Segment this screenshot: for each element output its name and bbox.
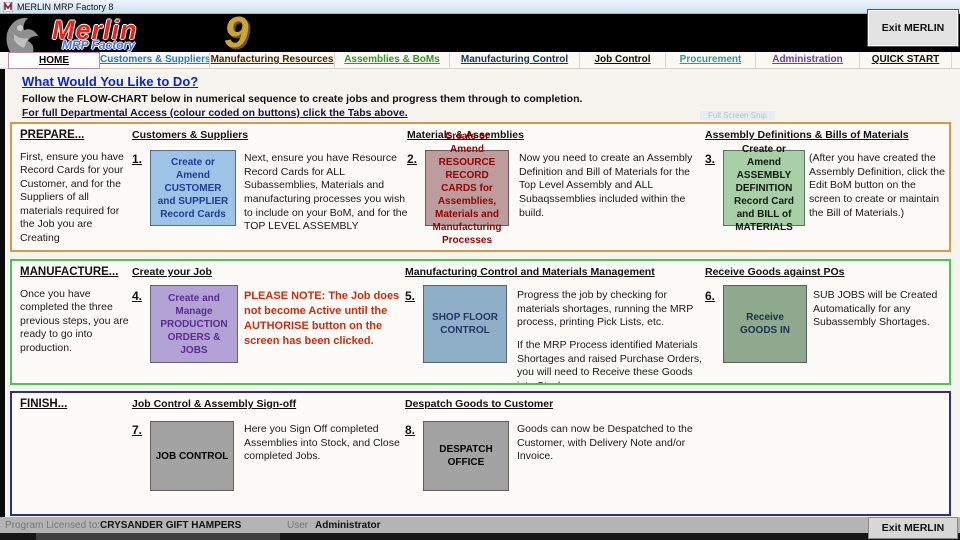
taskbar-item[interactable] [36,533,280,540]
step-number-1: 1. [132,152,142,166]
prepare-heading: PREPARE... [20,129,84,141]
user-value: Administrator [315,520,381,531]
tab-customers-suppliers[interactable]: Customers & Suppliers [100,52,210,69]
window-titlebar: MERLIN MRP Factory 8 [0,0,960,14]
merlin-wizard-logo [0,14,50,52]
exit-merlin-button-bottom[interactable]: Exit MERLIN [868,517,958,539]
manufacture-heading: MANUFACTURE... [20,266,118,278]
step-number-2: 2. [407,152,417,166]
shop-floor-control-button[interactable]: SHOP FLOOR CONTROL [423,285,507,363]
manufacture-description: Once you have completed the three previo… [20,288,132,355]
step-number-4: 4. [132,289,142,303]
job-control-button[interactable]: JOB CONTROL [150,421,234,491]
brand-banner: Merlin MRP Factory 9 [0,14,960,52]
step-number-5: 5. [405,289,415,303]
brand-mrp-factory-text: MRP Factory [62,38,135,52]
tab-bar: HOME Customers & Suppliers Manufacturing… [0,52,960,69]
resource-record-cards-button[interactable]: Create or Amend RESOURCE RECORD CARDS fo… [425,150,509,226]
prepare-description: First, ensure you have Record Cards for … [20,151,132,245]
tab-manufacturing-control[interactable]: Manufacturing Control [450,52,580,69]
column-header-manufacturing-control: Manufacturing Control and Materials Mana… [405,266,655,278]
column-header-create-your-job: Create your Job [132,266,212,278]
authorise-warning-note: PLEASE NOTE: The Job does not become Act… [244,289,416,348]
customer-supplier-record-cards-button[interactable]: Create or Amend CUSTOMER and SUPPLIER Re… [150,150,236,226]
despatch-office-button[interactable]: DESPATCH OFFICE [423,421,509,491]
status-bar: Program Licensed to: CRYSANDER GIFT HAMP… [0,517,960,533]
step-5-note-paragraph-1: Progress the job by checking for materia… [517,289,707,330]
intro-instruction: Follow the FLOW-CHART below in numerical… [22,93,582,105]
tab-home[interactable]: HOME [8,52,100,69]
column-header-assembly-definitions: Assembly Definitions & Bills of Material… [705,129,909,141]
step-number-6: 6. [705,289,715,303]
step-6-note: SUB JOBS will be Created Automatically f… [813,289,951,330]
license-value: CRYSANDER GIFT HAMPERS [100,520,241,531]
step-2-note: Now you need to create an Assembly Defin… [519,152,701,220]
step-number-7: 7. [132,423,142,437]
step-7-note: Here you Sign Off completed Assemblies i… [244,423,424,464]
window-left-edge [0,69,5,517]
column-header-despatch-goods: Despatch Goods to Customer [405,398,553,410]
license-label: Program Licensed to: [5,520,100,531]
step-5-note: Progress the job by checking for materia… [517,289,707,385]
manufacture-section: MANUFACTURE... Once you have completed t… [10,259,951,385]
step-3-note: (After you have created the Assembly Def… [809,152,949,220]
exit-merlin-button-top[interactable]: Exit MERLIN [868,10,958,46]
step-8-note: Goods can now be Despatched to the Custo… [517,423,717,464]
step-1-note: Next, ensure you have Resource Record Ca… [244,152,412,234]
snip-tool-artifact: Full Screen Snip [700,111,775,120]
column-header-customers-suppliers: Customers & Suppliers [132,129,248,141]
page-title: What Would You Like to Do? [22,74,198,89]
prepare-section: PREPARE... First, ensure you have Record… [10,122,951,252]
finish-heading: FINISH... [20,398,67,410]
app-icon[interactable] [3,2,13,12]
step-5-note-paragraph-2: If the MRP Process identified Materials … [517,339,707,385]
production-orders-jobs-button[interactable]: Create and Manage PRODUCTION ORDERS & JO… [150,285,238,363]
step-number-8: 8. [405,423,415,437]
merlin-app-window: MERLIN MRP Factory 8 Merlin MRP Factory … [0,0,960,540]
tab-manufacturing-resources[interactable]: Manufacturing Resources [210,52,335,69]
user-label: User [287,520,308,531]
tab-job-control[interactable]: Job Control [580,52,666,69]
os-taskbar [0,533,960,540]
tab-quick-start[interactable]: QUICK START [860,52,952,69]
tab-administration[interactable]: Administration [756,52,860,69]
assembly-definition-bom-button[interactable]: Create or Amend ASSEMBLY DEFINITION Reco… [723,150,805,226]
column-header-job-control-signoff: Job Control & Assembly Sign-off [132,398,296,410]
step-number-3: 3. [705,152,715,166]
finish-section: FINISH... Job Control & Assembly Sign-of… [10,391,951,516]
tab-assemblies-boms[interactable]: Assemblies & BoMs [335,52,450,69]
brand-version-9: 9 [224,14,248,52]
receive-goods-in-button[interactable]: Receive GOODS IN [723,285,807,363]
window-title: MERLIN MRP Factory 8 [17,2,113,12]
intro-departmental-access-note: For full Departmental Access (colour cod… [22,107,408,119]
tab-procurement[interactable]: Procurement [666,52,756,69]
column-header-receive-goods: Receive Goods against POs [705,266,844,278]
